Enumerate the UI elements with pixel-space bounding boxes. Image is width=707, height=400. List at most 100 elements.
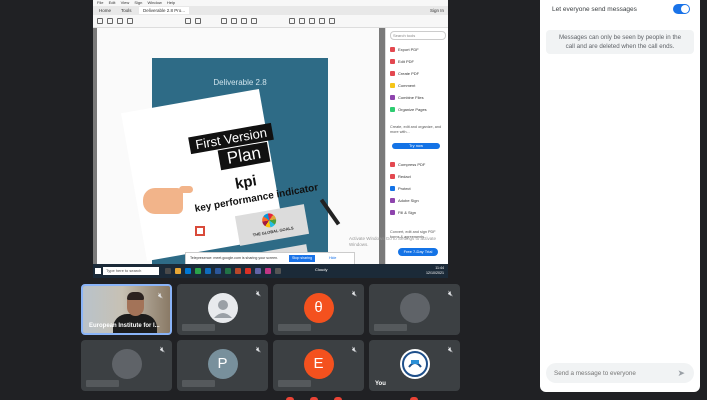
sign-icon[interactable] (319, 18, 325, 24)
powerpoint-icon[interactable] (235, 268, 241, 274)
edit-pdf-icon (390, 59, 395, 65)
tool-label: Organize Pages (398, 107, 427, 112)
compress-icon (390, 162, 395, 168)
tool-protect[interactable]: Protect (390, 185, 411, 192)
menu-help[interactable]: Help (167, 0, 175, 5)
tab-document[interactable]: Deliverable 2.8 Pro... (139, 7, 190, 14)
participant-tile[interactable]: 🔇︎ European Institute for I... (81, 284, 172, 335)
word-icon[interactable] (215, 268, 221, 274)
taskbar-clock[interactable]: 11:44 12/10/2021 (426, 266, 444, 276)
deliverable-label: Deliverable 2.8 (213, 78, 267, 87)
task-view-icon[interactable] (165, 268, 171, 274)
participant-tile[interactable]: 🔇︎ P (177, 340, 268, 391)
search-icon[interactable] (127, 18, 133, 24)
outlook-icon[interactable] (205, 268, 211, 274)
app-icon[interactable] (275, 268, 281, 274)
tools-search-input[interactable]: Search tools (390, 31, 446, 40)
tools-promo: Create, edit and organize, and more with… (390, 125, 442, 134)
let-everyone-send-label: Let everyone send messages (552, 6, 637, 13)
checkbox-graphic (195, 226, 205, 236)
free-trial-button[interactable]: Free 7-Day Trial (398, 248, 438, 256)
participant-avatar-blurred (111, 348, 142, 379)
excel-icon[interactable] (225, 268, 231, 274)
comment-icon[interactable] (299, 18, 305, 24)
tools-pane: Search tools Export PDF Edit PDF Create … (385, 28, 448, 264)
menu-file[interactable]: File (97, 0, 103, 5)
windows-taskbar: Type here to search Cloudy 11:44 12/10/2… (93, 264, 448, 278)
tab-home[interactable]: Home (95, 7, 115, 14)
tool-edit-pdf[interactable]: Edit PDF (390, 58, 414, 65)
mail-icon[interactable] (117, 18, 123, 24)
tool-adobe-sign[interactable]: Adobe Sign (390, 197, 419, 204)
tool-redact[interactable]: Redact (390, 173, 411, 180)
menu-edit[interactable]: Edit (109, 0, 116, 5)
tool-label: Redact (398, 174, 411, 179)
page-down-icon[interactable] (195, 18, 201, 24)
mic-off-icon: 🔇︎ (255, 345, 261, 354)
taskbar-search-input[interactable]: Type here to search (103, 267, 159, 275)
file-explorer-icon[interactable] (175, 268, 181, 274)
tool-export-pdf[interactable]: Export PDF (390, 46, 419, 53)
windows-start-icon[interactable] (95, 268, 101, 274)
tool-fill-sign[interactable]: Fill & Sign (390, 209, 416, 216)
acrobat-icon[interactable] (245, 268, 251, 274)
tool-comment[interactable]: Comment (390, 82, 415, 89)
document-area: Deliverable 2.8 First Version Plan kpi k… (93, 28, 385, 264)
menu-window[interactable]: Window (147, 0, 161, 5)
pdf-page: Deliverable 2.8 First Version Plan kpi k… (97, 28, 379, 264)
cursor-icon[interactable] (221, 18, 227, 24)
menu-view[interactable]: View (121, 0, 130, 5)
tool-compress-pdf[interactable]: Compress PDF (390, 161, 425, 168)
fit-icon[interactable] (289, 18, 295, 24)
comment-icon (390, 83, 395, 89)
mic-off-icon: 🔇︎ (159, 345, 165, 354)
print-icon[interactable] (107, 18, 113, 24)
clock-date: 12/10/2021 (426, 271, 444, 275)
tab-tools[interactable]: Tools (117, 7, 136, 14)
tool-label: Comment (398, 83, 416, 88)
create-pdf-icon (390, 71, 395, 77)
tool-organize-pages[interactable]: Organize Pages (390, 106, 427, 113)
weather-widget[interactable]: Cloudy (315, 267, 327, 272)
app-icon[interactable] (265, 268, 271, 274)
mic-off-icon: 🔇︎ (447, 289, 453, 298)
tool-label: Adobe Sign (398, 198, 419, 203)
adobe-sign-icon (390, 198, 395, 204)
participant-tile[interactable]: 🔇︎ (177, 284, 268, 335)
hand-icon[interactable] (231, 18, 237, 24)
page-up-icon[interactable] (185, 18, 191, 24)
participant-avatar: P (207, 348, 238, 379)
participant-tile[interactable]: 🔇︎ E (273, 340, 364, 391)
edge-icon[interactable] (185, 268, 191, 274)
chat-input-container: ➤ (546, 363, 694, 383)
share-icon[interactable] (329, 18, 335, 24)
tool-combine-files[interactable]: Combine Files (390, 94, 424, 101)
hide-button[interactable]: Hide (326, 255, 339, 262)
participant-tile[interactable]: 🔇︎ θ (273, 284, 364, 335)
zoom-in-icon[interactable] (251, 18, 257, 24)
chrome-icon[interactable] (195, 268, 201, 274)
send-icon[interactable]: ➤ (677, 368, 685, 379)
menu-sign[interactable]: Sign (134, 0, 142, 5)
mic-off-icon: 🔇︎ (351, 345, 357, 354)
zoom-out-icon[interactable] (241, 18, 247, 24)
tool-create-pdf[interactable]: Create PDF (390, 70, 419, 77)
send-messages-toggle[interactable] (673, 4, 690, 14)
tool-label: Edit PDF (398, 59, 415, 64)
hand-graphic (143, 188, 183, 214)
participant-tile[interactable]: 🔇︎ (81, 340, 172, 391)
chat-message-input[interactable] (554, 367, 676, 379)
stop-sharing-button[interactable]: Stop sharing (289, 255, 316, 262)
sign-in-button[interactable]: Sign In (430, 7, 444, 14)
tool-label: Protect (398, 186, 411, 191)
participant-name-redacted (374, 324, 407, 331)
fill-sign-icon (390, 210, 395, 216)
person-icon (207, 292, 238, 323)
participant-tile[interactable]: 🔇︎ You (369, 340, 460, 391)
teams-icon[interactable] (255, 268, 261, 274)
participant-tile[interactable]: 🔇︎ (369, 284, 460, 335)
video-person-hair (127, 292, 144, 300)
highlight-icon[interactable] (309, 18, 315, 24)
try-now-button[interactable]: Try now (392, 143, 440, 149)
save-icon[interactable] (97, 18, 103, 24)
